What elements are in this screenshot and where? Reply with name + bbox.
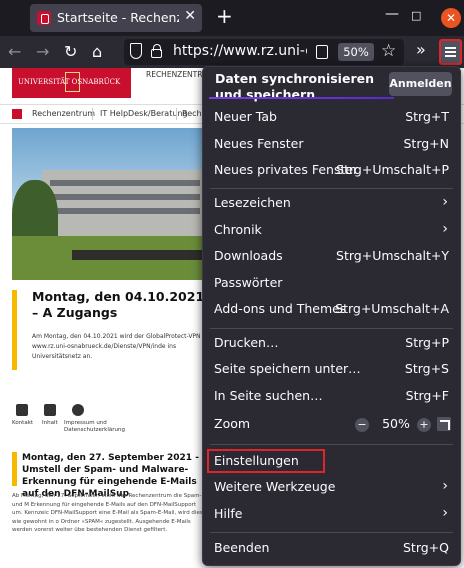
breadcrumb-item[interactable]: IT HelpDesk/Beratung — [100, 109, 188, 118]
menu-item-label: Lesezeichen — [214, 195, 291, 210]
menu-item-label: Weitere Werkzeuge — [214, 479, 336, 494]
chevron-right-icon: › — [442, 221, 448, 237]
browser-window: Startseite - Rechenzentrum ✕ + — □ ✕ ← →… — [0, 0, 464, 568]
menu-item-history[interactable]: Chronik › — [203, 219, 460, 243]
shortcut-label: Strg+F — [405, 388, 449, 403]
url-bar[interactable]: https://www.rz.uni-osnabrueck.de 50% ☆ — [124, 39, 404, 65]
zoom-badge[interactable]: 50% — [338, 43, 374, 61]
sync-accent-line — [209, 97, 394, 99]
menu-item-quit[interactable]: Beenden Strg+Q — [203, 537, 460, 561]
menu-item-label: Neuer Tab — [214, 109, 277, 124]
menu-item-find[interactable]: In Seite suchen… Strg+F — [203, 385, 460, 409]
window-close-icon[interactable]: ✕ — [441, 8, 461, 28]
back-icon[interactable]: ← — [8, 42, 21, 62]
menu-item-downloads[interactable]: Downloads Strg+Umschalt+Y — [203, 245, 460, 269]
home-icon[interactable]: ⌂ — [92, 42, 102, 62]
reader-view-icon[interactable] — [316, 45, 328, 59]
app-menu-button[interactable] — [439, 39, 462, 65]
zoom-out-button[interactable]: − — [355, 418, 369, 432]
lock-icon[interactable] — [151, 44, 162, 58]
sitemap-icon[interactable] — [44, 404, 56, 416]
app-menu-panel: Daten synchronisieren und speichern Anme… — [202, 66, 461, 566]
info-icon[interactable] — [72, 404, 84, 416]
menu-item-label: Beenden — [214, 540, 270, 555]
menu-separator — [210, 328, 453, 329]
shortcut-label: Strg+S — [404, 361, 449, 376]
menu-item-label: Chronik — [214, 222, 262, 237]
shortcut-label: Strg+Q — [402, 540, 449, 555]
minimize-icon[interactable]: — — [385, 6, 399, 22]
tracking-protection-icon[interactable] — [130, 43, 142, 59]
chevron-right-icon: › — [442, 505, 448, 521]
hamburger-icon — [445, 47, 456, 49]
menu-item-more-tools[interactable]: Weitere Werkzeuge › — [203, 476, 460, 500]
menu-item-label: Seite speichern unter… — [214, 361, 361, 376]
menu-item-label: Neues Fenster — [214, 136, 304, 151]
menu-item-label: Passwörter — [214, 275, 283, 290]
contact-label[interactable]: Kontakt — [12, 420, 33, 427]
menu-item-passwords[interactable]: Passwörter — [203, 272, 460, 296]
menu-separator — [210, 532, 453, 533]
menu-item-help[interactable]: Hilfe › — [203, 503, 460, 527]
menu-item-bookmarks[interactable]: Lesezeichen › — [203, 192, 460, 216]
zoom-in-button[interactable]: + — [417, 418, 431, 432]
overflow-chevron-icon[interactable]: » — [416, 40, 426, 59]
shortcut-label: Strg+Umschalt+P — [336, 162, 449, 177]
campus-photo — [12, 128, 212, 280]
shortcut-label: Strg+Umschalt+A — [335, 301, 449, 316]
menu-item-new-tab[interactable]: Neuer Tab Strg+T — [203, 106, 460, 130]
content-label[interactable]: Inhalt — [42, 420, 58, 427]
news-marker — [12, 290, 17, 370]
zoom-controls: − 50% + — [355, 413, 455, 437]
menu-item-private-window[interactable]: Neues privates Fenster Strg+Umschalt+P — [203, 159, 460, 183]
navigation-toolbar: ← → ↻ ⌂ https://www.rz.uni-osnabrueck.de… — [0, 36, 464, 68]
menu-item-save-page[interactable]: Seite speichern unter… Strg+S — [203, 358, 460, 382]
news-text-2: Ab Montag, den 27. September, stellt das… — [12, 493, 207, 533]
tab-startseite[interactable]: Startseite - Rechenzentrum ✕ — [30, 4, 202, 32]
seal-icon — [65, 72, 80, 92]
menu-item-label: In Seite suchen… — [214, 388, 323, 403]
reload-icon[interactable]: ↻ — [64, 42, 77, 62]
menu-item-label: Drucken… — [214, 335, 279, 350]
site-favicon-icon — [37, 11, 51, 25]
settings-highlight — [207, 449, 325, 473]
menu-separator — [210, 188, 453, 189]
chevron-right-icon: › — [442, 478, 448, 494]
home-icon[interactable] — [12, 109, 22, 119]
url-text[interactable]: https://www.rz.uni-osnabrueck.de — [173, 43, 307, 59]
news-headline[interactable]: Montag, den 04.10.2021 – A Zugangs — [32, 289, 207, 321]
tab-bar: Startseite - Rechenzentrum ✕ + — □ ✕ — [0, 0, 464, 36]
footer-icons: Kontakt Inhalt Impressum und Datenschutz… — [12, 404, 212, 448]
menu-item-zoom: Zoom − 50% + — [203, 413, 460, 437]
shortcut-label: Strg+T — [405, 109, 449, 124]
news-teaser: Am Montag, den 04.10.2021 wird der Globa… — [32, 333, 201, 360]
news-marker — [12, 452, 17, 486]
mail-icon[interactable] — [16, 404, 28, 416]
shortcut-label: Strg+P — [405, 335, 449, 350]
new-tab-button[interactable]: + — [216, 6, 233, 26]
menu-item-print[interactable]: Drucken… Strg+P — [203, 332, 460, 356]
menu-item-label: Zoom — [214, 416, 251, 431]
bookmark-star-icon[interactable]: ☆ — [381, 41, 396, 61]
chevron-right-icon: › — [442, 194, 448, 210]
zoom-value[interactable]: 50% — [379, 416, 413, 431]
menu-item-label: Downloads — [214, 248, 283, 263]
maximize-icon[interactable]: □ — [411, 9, 421, 22]
forward-icon[interactable]: → — [36, 42, 49, 62]
menu-item-label: Hilfe — [214, 506, 243, 521]
menu-item-label: Add-ons und Themes — [214, 301, 347, 316]
breadcrumb-item[interactable]: Rechenzentrum — [32, 109, 95, 118]
menu-separator — [210, 444, 453, 445]
sign-in-button[interactable]: Anmelden — [389, 72, 452, 96]
tab-close-icon[interactable]: ✕ — [184, 8, 196, 24]
tab-title: Startseite - Rechenzentrum — [57, 10, 179, 25]
menu-item-new-window[interactable]: Neues Fenster Strg+N — [203, 133, 460, 157]
fullscreen-icon[interactable] — [437, 417, 451, 431]
menu-item-addons[interactable]: Add-ons und Themes Strg+Umschalt+A — [203, 298, 460, 322]
university-logo[interactable]: UNIVERSITÄT OSNABRÜCK — [12, 68, 131, 98]
shortcut-label: Strg+N — [403, 136, 449, 151]
shortcut-label: Strg+Umschalt+Y — [336, 248, 449, 263]
imprint-label[interactable]: Impressum und Datenschutzerklärung — [64, 420, 128, 434]
